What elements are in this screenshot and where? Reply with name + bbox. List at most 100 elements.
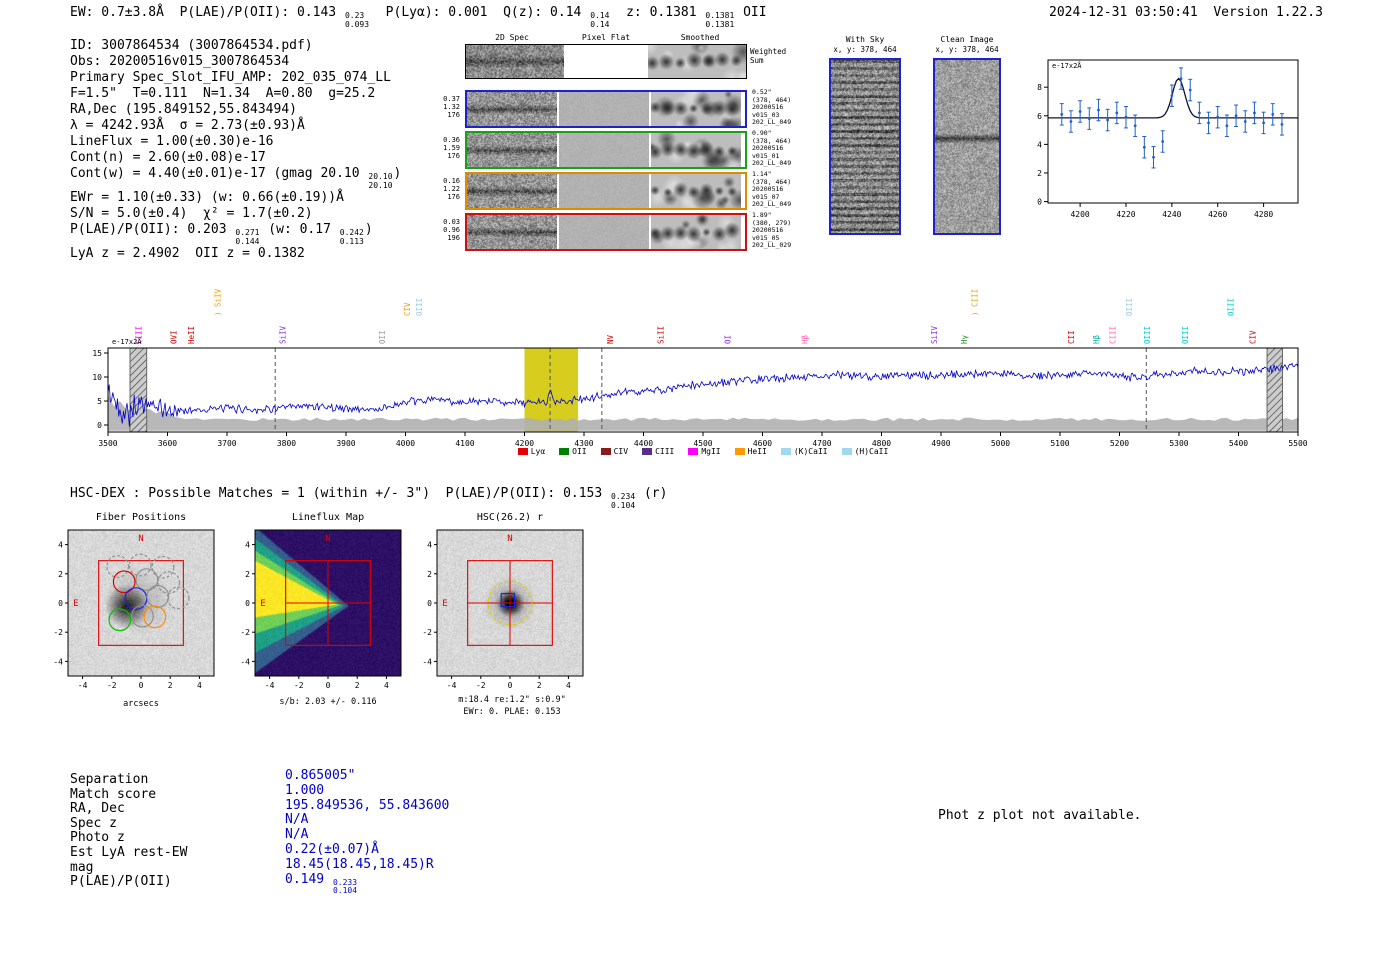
legend-swatch — [642, 448, 652, 455]
stacked-fraction: 0.230.093 — [345, 12, 369, 29]
line-id-label: Hγ — [960, 334, 969, 344]
compass-north-label: N — [138, 534, 143, 544]
fiber-circle — [158, 572, 180, 594]
with-sky-panel — [829, 58, 901, 235]
match-value: 0.149 0.2330.104 — [285, 872, 449, 887]
line-id-label: CII — [1067, 330, 1076, 344]
line-id-label: OVI — [170, 330, 179, 344]
y-tick-label: 0 — [427, 599, 432, 608]
y-tick-label: -2 — [53, 628, 63, 637]
spec2d-row — [465, 213, 747, 251]
data-point — [1262, 122, 1265, 125]
text-segment: LineFlux = 1.00(±0.30)e-16 — [70, 134, 274, 149]
legend-label: CIV — [614, 447, 628, 456]
info-line: P(LAE)/P(OII): 0.203 0.2710.144 (w: 0.17… — [70, 222, 401, 246]
legend-item: (K)CaII — [781, 447, 828, 456]
row-left-stats: 0.361.59176 — [436, 136, 460, 160]
y-tick-label: 4 — [245, 541, 250, 550]
row-annotation-line: 202_LL_049 — [752, 119, 791, 127]
hsc-caption-2: EWr: 0. PLAE: 0.153 — [437, 707, 587, 717]
line-id-label: Hβ — [1092, 334, 1101, 344]
legend-label: HeII — [748, 447, 767, 456]
line-id-label: OIII — [1143, 326, 1152, 344]
full-spectrum-plot: 3500360037003800390040004100420043004400… — [88, 262, 1308, 462]
spec2d-column-header: Smoothed — [654, 33, 746, 42]
x-tick-label: 0 — [326, 681, 331, 690]
line-id-label: SiIV — [279, 325, 288, 344]
data-point — [1271, 113, 1274, 116]
gaussian-fit-line — [1048, 79, 1298, 118]
stacked-fraction: 0.2340.104 — [611, 493, 635, 510]
spec2d-column-header: 2D Spec — [466, 33, 558, 42]
data-point — [1281, 123, 1284, 126]
legend-label: MgII — [701, 447, 720, 456]
y-tick-label: -4 — [422, 657, 432, 666]
zoom-spectrum-plot: 4200422042404260428002468 — [1034, 50, 1304, 225]
spec2d-row — [465, 172, 747, 210]
y-tick-label: 8 — [1037, 83, 1042, 92]
stacked-fraction: 20.1020.10 — [368, 173, 392, 190]
legend-label: (H)CaII — [855, 447, 889, 456]
row-left-stats: 0.371.32176 — [436, 95, 460, 119]
compass-east-label: E — [260, 599, 265, 609]
y-tick-label: 15 — [92, 349, 102, 358]
line-id-label: CIV — [403, 302, 412, 316]
y-tick-label: 5 — [97, 397, 102, 406]
smoothed-row-image — [651, 92, 741, 126]
spec2d-row — [465, 131, 747, 169]
stacked-fraction: 0.13810.1381 — [705, 12, 734, 29]
compass-east-label: E — [73, 599, 78, 609]
fiber-positions-plot: -4-4-2-2002244NE — [34, 514, 244, 699]
x-tick-label: 2 — [537, 681, 542, 690]
row-annotation-line: 202_LL_049 — [752, 160, 791, 168]
line-id-label: OIII — [1181, 326, 1190, 344]
x-tick-label: -4 — [447, 681, 457, 690]
smoothed-row-image — [651, 133, 741, 167]
row-stat: 196 — [436, 234, 460, 242]
y-tick-label: 4 — [427, 541, 432, 550]
y-tick-label: 0 — [97, 421, 102, 430]
data-point — [1189, 89, 1192, 92]
fiber-circle — [129, 554, 151, 576]
fiber-circle — [125, 588, 147, 610]
clean-image-panel — [933, 58, 1001, 235]
legend-item: OII — [559, 447, 586, 456]
legend-swatch — [842, 448, 852, 455]
legend-label: (K)CaII — [794, 447, 828, 456]
spec2d-row-image — [467, 215, 557, 249]
x-tick-label: 4260 — [1208, 210, 1227, 219]
y-tick-label: 6 — [1037, 112, 1042, 121]
y-tick-label: -2 — [422, 628, 432, 637]
match-value: 1.000 — [285, 783, 449, 798]
text-segment: N/A — [285, 827, 308, 842]
info-line: LyA z = 2.4902 OII z = 0.1382 — [70, 246, 401, 262]
hsc-image-plot: -4-4-2-2002244NE — [403, 514, 613, 699]
y-tick-label: 2 — [427, 570, 432, 579]
legend-swatch — [735, 448, 745, 455]
clean-image — [935, 60, 999, 233]
line-id-label: OIII — [1125, 298, 1134, 316]
data-point — [1235, 114, 1238, 117]
spec2d-row-image — [467, 174, 557, 208]
masked-region — [1267, 348, 1282, 432]
text-segment: HSC-DEX : Possible Matches = 1 (within +… — [70, 486, 610, 501]
text-segment: S/N = 5.0(±0.4) χ² = 1.7(±0.2) — [70, 206, 313, 221]
info-line: S/N = 5.0(±0.4) χ² = 1.7(±0.2) — [70, 206, 401, 222]
info-line: ID: 3007864534 (3007864534.pdf) — [70, 38, 401, 54]
data-point — [1253, 112, 1256, 115]
row-annotation: 1.89"(380, 279)20200516v015_05202_LL_029 — [752, 212, 791, 250]
data-point — [1152, 156, 1155, 159]
match-value: 0.22(±0.07)Å — [285, 842, 449, 857]
detection-info-block: ID: 3007864534 (3007864534.pdf)Obs: 2020… — [70, 38, 401, 262]
match-label: Separation — [70, 772, 187, 787]
masked-region — [130, 348, 147, 432]
fiber-circle — [147, 586, 169, 608]
match-label: Est LyA rest-EW — [70, 845, 187, 860]
row-stat: 176 — [436, 193, 460, 201]
legend-item: CIII — [642, 447, 674, 456]
text-segment: (r) — [636, 486, 667, 501]
text-segment: 0.22(±0.07)Å — [285, 842, 379, 857]
line-id-label: OI — [724, 335, 733, 344]
text-segment: P(LAE)/P(OII): 0.203 — [70, 222, 234, 237]
match-value: N/A — [285, 827, 449, 842]
